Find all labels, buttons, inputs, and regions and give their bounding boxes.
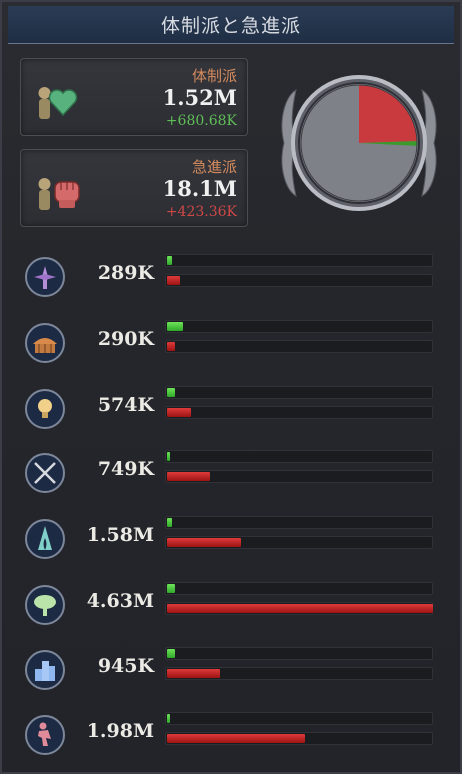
strata-row[interactable]: 290K xyxy=(22,318,442,364)
radicals-label: 急進派 xyxy=(191,158,237,176)
loyalist-bar-fill xyxy=(167,518,173,527)
loyalist-bar xyxy=(165,320,433,333)
loyalist-bar-fill xyxy=(167,584,175,593)
lightbulb-icon xyxy=(25,389,65,429)
radical-bar-fill xyxy=(167,472,210,481)
radical-slice xyxy=(359,85,417,143)
radical-bar xyxy=(165,274,433,287)
pie-slices xyxy=(359,85,417,146)
radicals-card[interactable]: 急進派 18.1M +423.36K xyxy=(20,149,248,227)
church-spire-icon xyxy=(25,519,65,559)
loyalist-bar xyxy=(165,450,433,463)
loyalist-bar-fill xyxy=(167,322,183,331)
radical-bar-fill xyxy=(167,408,191,417)
loyalist-bar-fill xyxy=(167,388,175,397)
loyalist-bar xyxy=(165,516,433,529)
radical-bar-fill xyxy=(167,342,175,351)
loyalists-delta: +680.68K xyxy=(165,113,237,129)
radical-bar xyxy=(165,406,433,419)
loyalists-value: 1.52M xyxy=(162,85,237,110)
strata-value: 290K xyxy=(97,328,154,350)
radical-bar xyxy=(165,536,433,549)
loyalists-label: 体制派 xyxy=(191,67,237,85)
loyalist-bar-fill xyxy=(167,452,170,461)
loyalist-bar-fill xyxy=(167,256,173,265)
strata-row[interactable]: 574K xyxy=(22,384,442,430)
strata-value: 945K xyxy=(97,655,154,677)
radical-bar xyxy=(165,667,433,680)
loyalist-bar xyxy=(165,386,433,399)
crossed-swords-icon xyxy=(25,453,65,493)
strata-row[interactable]: 4.63M xyxy=(22,580,442,626)
strata-row[interactable]: 1.58M xyxy=(22,514,442,560)
faction-pie-chart xyxy=(274,68,444,218)
radicals-value: 18.1M xyxy=(162,176,237,201)
radical-bar-fill xyxy=(167,604,433,613)
radical-bar xyxy=(165,340,433,353)
radical-bar-fill xyxy=(167,669,221,678)
strata-value: 289K xyxy=(97,262,154,284)
strata-value: 749K xyxy=(97,458,154,480)
loyalists-card[interactable]: 体制派 1.52M +680.68K xyxy=(20,58,248,136)
panel-frame: 体制派と急進派 体制派 1.52M +680.68K 急進派 18.1M +42… xyxy=(0,0,462,774)
strata-value: 4.63M xyxy=(86,590,154,612)
strata-row[interactable]: 749K xyxy=(22,448,442,494)
radical-bar-fill xyxy=(167,276,181,285)
pop-fist-icon xyxy=(38,178,80,210)
loyalist-bar-fill xyxy=(167,649,175,658)
radical-bar xyxy=(165,602,433,615)
city-icon xyxy=(25,650,65,690)
radical-bar xyxy=(165,470,433,483)
windmill-icon xyxy=(25,257,65,297)
worker-figure-icon xyxy=(25,715,65,755)
market-icon xyxy=(25,323,65,363)
tree-icon xyxy=(25,585,65,625)
loyalist-bar xyxy=(165,254,433,267)
loyalist-bar xyxy=(165,712,433,725)
strata-row[interactable]: 945K xyxy=(22,645,442,691)
pop-heart-icon xyxy=(38,87,78,119)
radicals-delta: +423.36K xyxy=(165,204,237,220)
loyalist-bar xyxy=(165,582,433,595)
radical-bar-fill xyxy=(167,538,242,547)
panel-titlebar: 体制派と急進派 xyxy=(8,6,454,44)
radical-bar xyxy=(165,732,433,745)
loyalist-bar xyxy=(165,647,433,660)
strata-row[interactable]: 289K xyxy=(22,252,442,298)
strata-row[interactable]: 1.98M xyxy=(22,710,442,756)
strata-value: 574K xyxy=(97,394,154,416)
panel-title: 体制派と急進派 xyxy=(160,15,301,37)
radical-bar-fill xyxy=(167,734,306,743)
strata-value: 1.98M xyxy=(86,720,154,742)
strata-value: 1.58M xyxy=(86,524,154,546)
loyalist-bar-fill xyxy=(167,714,170,723)
